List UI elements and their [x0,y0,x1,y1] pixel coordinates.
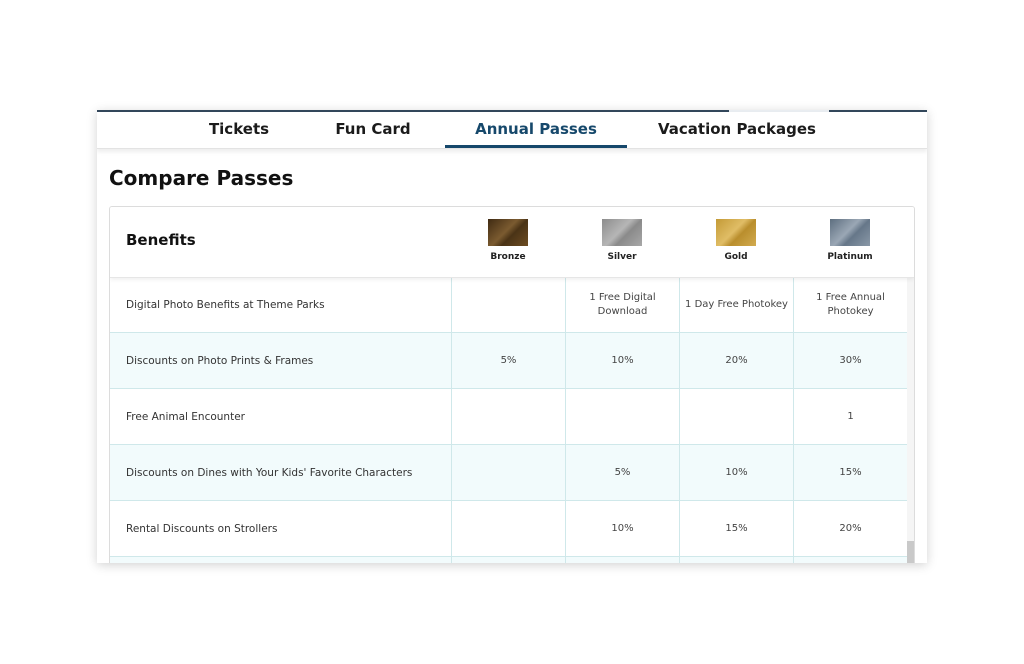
tier-name: Bronze [490,252,526,262]
platinum-value: 20% [793,501,907,556]
tier-name: Gold [724,252,748,262]
tier-gold: Gold [679,219,793,262]
platinum-value: 1 Free Annual Photokey [793,277,907,332]
page-title: Compare Passes [109,166,294,190]
table-row: Free Animal Encounter 1 [110,389,907,445]
benefit-label: Discounts on Dines with Your Kids' Favor… [126,466,413,479]
bronze-value [451,277,565,332]
silver-value: 5% [565,445,679,500]
gold-value: 1 Day Free Photokey [679,277,793,332]
bronze-value [451,445,565,500]
bronze-value [451,389,565,444]
silver-value [565,389,679,444]
platinum-value: 30% [793,333,907,388]
tab-vacation-packages[interactable]: Vacation Packages [649,112,825,148]
bronze-swatch [488,219,528,246]
gold-value: 15% [679,501,793,556]
bronze-value: 5% [451,333,565,388]
gold-value [679,389,793,444]
page-window: Tickets Fun Card Annual Passes Vacation … [97,110,927,563]
benefit-label [110,557,451,563]
benefit-label: Digital Photo Benefits at Theme Parks [126,298,325,311]
tier-platinum: Platinum [793,219,907,262]
benefit-label: Discounts on Photo Prints & Frames [126,354,314,367]
platinum-value: 15% [793,445,907,500]
benefit-label: Rental Discounts on Strollers [126,522,278,535]
platinum-swatch [830,219,870,246]
table-row: Discounts on Photo Prints & Frames 5% 10… [110,333,907,389]
silver-value: 10% [565,333,679,388]
tab-annual-passes[interactable]: Annual Passes [445,112,627,148]
tab-fun-card[interactable]: Fun Card [323,112,423,148]
table-scrollbar[interactable] [907,277,914,563]
gold-value [679,557,793,563]
silver-value: 1 Free Digital Download [565,277,679,332]
benefits-header: Benefits [126,231,196,249]
table-row: Discounts on Dines with Your Kids' Favor… [110,445,907,501]
tier-name: Silver [607,252,637,262]
platinum-value: 1 [793,389,907,444]
table-row: Rental Discounts on Strollers 10% 15% 20… [110,501,907,557]
tier-silver: Silver [565,219,679,262]
table-row: Digital Photo Benefits at Theme Parks 1 … [110,277,907,333]
table-header: Benefits Bronze Silver Gold Platinum [110,207,914,278]
table-body: Digital Photo Benefits at Theme Parks 1 … [110,277,907,563]
tier-bronze: Bronze [451,219,565,262]
benefit-label: Free Animal Encounter [126,410,245,423]
platinum-value [793,557,907,563]
tab-bar: Tickets Fun Card Annual Passes Vacation … [97,112,927,149]
silver-value: 10% [565,501,679,556]
bronze-value [451,501,565,556]
gold-swatch [716,219,756,246]
tab-tickets[interactable]: Tickets [189,112,289,148]
scrollbar-thumb[interactable] [907,541,914,563]
gold-value: 10% [679,445,793,500]
table-row [110,557,907,563]
tier-name: Platinum [827,252,873,262]
compare-table: Benefits Bronze Silver Gold Platinum Dig… [109,206,915,563]
silver-swatch [602,219,642,246]
gold-value: 20% [679,333,793,388]
silver-value [565,557,679,563]
bronze-value [451,557,565,563]
